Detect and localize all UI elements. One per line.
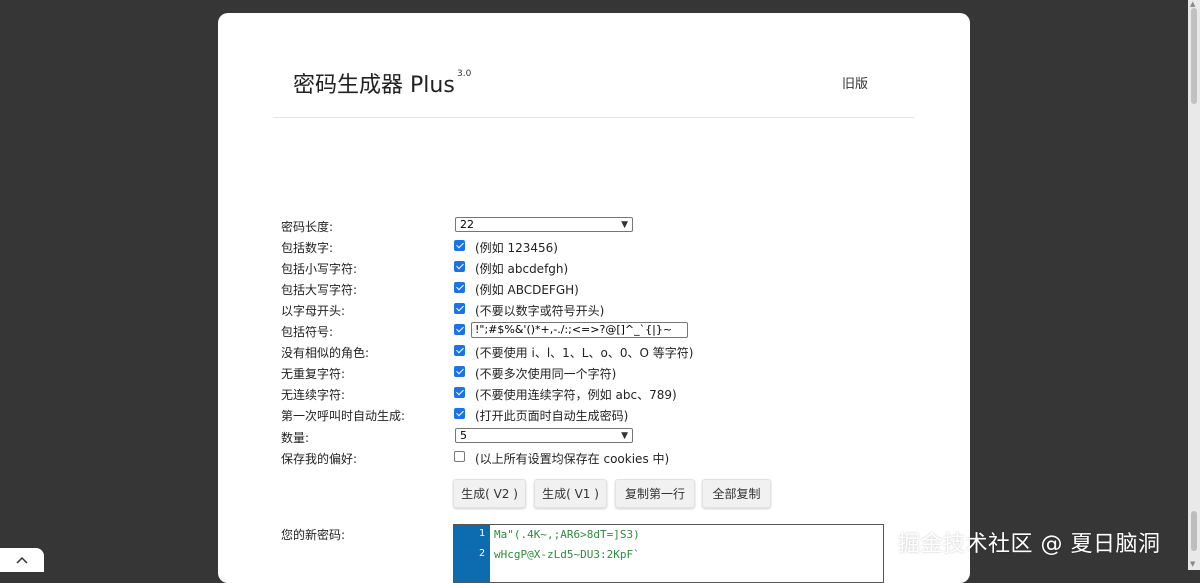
chevron-down-icon: ▼ — [621, 431, 628, 441]
row-length: 密码长度: 22 ▼ — [218, 215, 970, 236]
no-sequential-hint: (不要使用连续字符，例如 abc、789) — [475, 388, 677, 402]
no-duplicate-checkbox[interactable] — [454, 366, 465, 377]
page-title: 密码生成器 Plus — [293, 73, 455, 98]
numbers-checkbox[interactable] — [454, 240, 465, 251]
quantity-label: 数量: — [281, 431, 310, 445]
output-line: 2 wHcgP@X-zLd5~DU3:2KpF` — [454, 545, 883, 567]
result-label: 您的新密码: — [281, 528, 346, 542]
row-lowercase: 包括小写字符: (例如 abcdefgh) — [218, 257, 970, 278]
output-line: 1 Ma"(.4K~,;AR6>8dT=]S3) — [454, 525, 883, 547]
numbers-hint: (例如 123456) — [475, 241, 558, 255]
save-preferences-label: 保存我的偏好: — [281, 452, 358, 466]
no-duplicate-hint: (不要多次使用同一个字符) — [475, 367, 617, 381]
auto-generate-checkbox[interactable] — [454, 408, 465, 419]
start-letter-label: 以字母开头: — [281, 304, 346, 318]
lowercase-label: 包括小写字符: — [281, 262, 358, 276]
line-number: 1 — [478, 528, 485, 539]
scroll-up-arrow-icon[interactable]: ▲ — [1190, 0, 1195, 8]
copy-first-button[interactable]: 复制第一行 — [615, 479, 695, 508]
row-no-duplicate: 无重复字符: (不要多次使用同一个字符) — [218, 362, 970, 383]
symbols-input[interactable]: !";#$%&'()*+,-./:;<=>?@[]^_`{|}~ — [471, 322, 688, 338]
row-no-similar: 没有相似的角色: (不要使用 i、l、1、L、o、0、O 等字符) — [218, 341, 970, 362]
row-no-sequential: 无连续字符: (不要使用连续字符，例如 abc、789) — [218, 383, 970, 404]
no-duplicate-label: 无重复字符: — [281, 367, 346, 381]
page-scrollbar[interactable]: ▲ ▼ — [1188, 0, 1200, 570]
uppercase-hint: (例如 ABCDEFGH) — [475, 283, 579, 297]
chevron-down-icon: ▼ — [621, 220, 628, 230]
auto-generate-hint: (打开此页面时自动生成密码) — [475, 409, 629, 423]
scroll-thumb[interactable] — [1191, 8, 1197, 104]
length-value: 22 — [460, 218, 474, 231]
auto-generate-label: 第一次呼叫时自动生成: — [281, 409, 406, 423]
numbers-label: 包括数字: — [281, 241, 334, 255]
row-save-preferences: 保存我的偏好: (以上所有设置均保存在 cookies 中) — [218, 447, 970, 468]
save-preferences-hint: (以上所有设置均保存在 cookies 中) — [475, 452, 670, 466]
lowercase-hint: (例如 abcdefgh) — [475, 262, 569, 276]
row-auto-generate: 第一次呼叫时自动生成: (打开此页面时自动生成密码) — [218, 404, 970, 425]
length-label: 密码长度: — [281, 220, 334, 234]
password-output[interactable]: 1 Ma"(.4K~,;AR6>8dT=]S3) 2 wHcgP@X-zLd5~… — [453, 524, 884, 583]
scroll-down-arrow-icon[interactable]: ▼ — [1190, 560, 1195, 568]
no-similar-label: 没有相似的角色: — [281, 346, 370, 360]
no-sequential-label: 无连续字符: — [281, 388, 346, 402]
save-preferences-checkbox[interactable] — [454, 451, 465, 462]
uppercase-checkbox[interactable] — [454, 282, 465, 293]
row-numbers: 包括数字: (例如 123456) — [218, 236, 970, 257]
row-uppercase: 包括大写字符: (例如 ABCDEFGH) — [218, 278, 970, 299]
no-similar-hint: (不要使用 i、l、1、L、o、0、O 等字符) — [475, 346, 694, 360]
row-start-letter: 以字母开头: (不要以数字或符号开头) — [218, 299, 970, 320]
quantity-select[interactable]: 5 ▼ — [455, 428, 633, 443]
symbols-label: 包括符号: — [281, 325, 334, 339]
length-select[interactable]: 22 ▼ — [455, 217, 633, 232]
password-text[interactable]: Ma"(.4K~,;AR6>8dT=]S3) — [494, 528, 640, 541]
start-letter-checkbox[interactable] — [454, 303, 465, 314]
lowercase-checkbox[interactable] — [454, 261, 465, 272]
symbols-checkbox[interactable] — [454, 324, 465, 335]
old-version-link[interactable]: 旧版 — [842, 73, 868, 92]
row-quantity: 数量: 5 ▼ — [218, 426, 970, 447]
generate-v2-button[interactable]: 生成( V2 ) — [453, 479, 526, 508]
main-card: 密码生成器 Plus 3.0 旧版 密码长度: 22 ▼ 包括数字: (例如 1… — [218, 13, 970, 583]
uppercase-label: 包括大写字符: — [281, 283, 358, 297]
quantity-value: 5 — [460, 429, 467, 442]
chevron-up-icon — [16, 556, 28, 564]
header-divider — [273, 117, 914, 118]
copy-all-button[interactable]: 全部复制 — [702, 479, 771, 508]
row-symbols: 包括符号: !";#$%&'()*+,-./:;<=>?@[]^_`{|}~ — [218, 320, 970, 341]
start-letter-hint: (不要以数字或符号开头) — [475, 304, 605, 318]
password-text[interactable]: wHcgP@X-zLd5~DU3:2KpF` — [494, 548, 640, 561]
line-number: 2 — [478, 548, 485, 559]
scroll-thumb-secondary[interactable] — [1191, 511, 1197, 551]
back-to-top-button[interactable] — [0, 548, 44, 572]
generate-v1-button[interactable]: 生成( V1 ) — [534, 479, 607, 508]
version-badge: 3.0 — [457, 69, 472, 79]
watermark: 掘金技术社区 @ 夏日脑洞 — [898, 532, 1161, 557]
no-sequential-checkbox[interactable] — [454, 387, 465, 398]
no-similar-checkbox[interactable] — [454, 345, 465, 356]
